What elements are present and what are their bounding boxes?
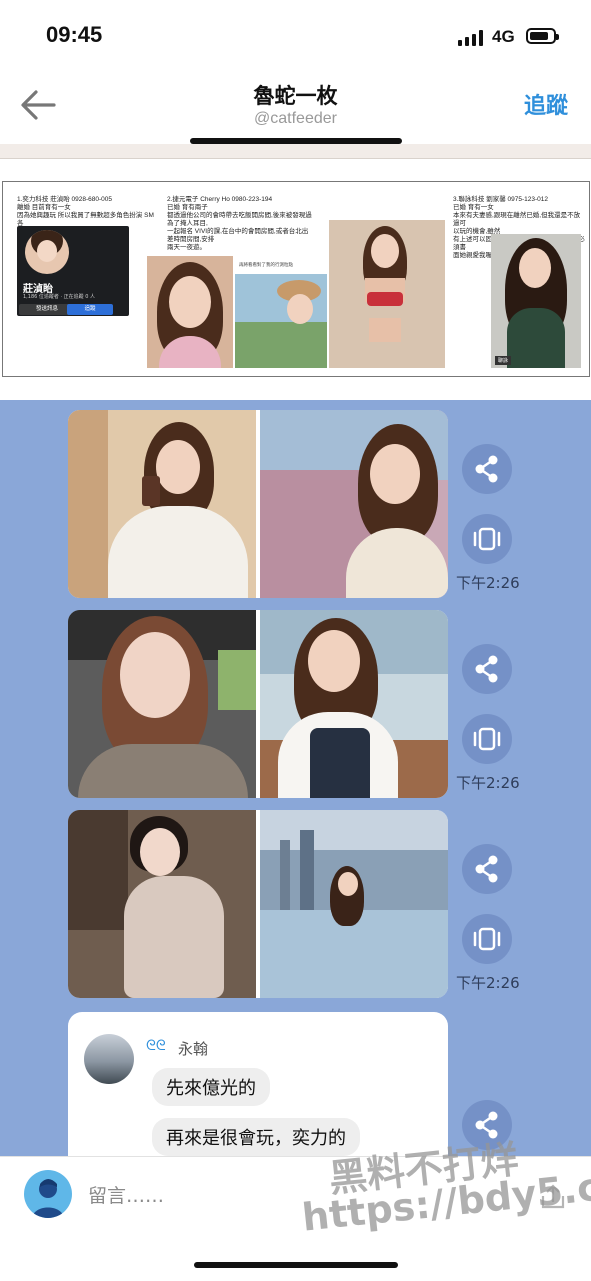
profile-card: 莊湞眙 1,186 位追蹤者 · 正在追蹤 0 人 發送訊息 追蹤 (17, 226, 129, 316)
photo-tile[interactable] (68, 610, 256, 798)
photo-tile[interactable] (68, 410, 256, 598)
share-icon (475, 655, 498, 683)
collage-photo: 再將看看對了我的行測粒點 (235, 260, 327, 368)
sender-avatar[interactable] (84, 1034, 134, 1084)
share-button[interactable] (462, 844, 512, 894)
photo-badge: 聊詠 (495, 356, 512, 365)
vibrate-icon (473, 527, 501, 551)
vibrate-button[interactable] (462, 914, 512, 964)
user-handle: @catfeeder (254, 110, 337, 127)
collage-photo (147, 256, 233, 368)
message-bubble[interactable]: 先來億光的 (152, 1068, 270, 1106)
user-avatar-icon[interactable] (24, 1170, 72, 1218)
previous-content-edge (0, 144, 591, 159)
photo-grid[interactable] (68, 610, 448, 798)
network-type: 4G (492, 27, 515, 46)
vibrate-icon (473, 927, 501, 951)
vibrate-button[interactable] (462, 714, 512, 764)
share-button[interactable] (462, 644, 512, 694)
collage-entry-2: 2.捷元電子 Cherry Ho 0980-223-194 已婚 育有兩子 都透… (167, 196, 312, 251)
home-indicator (194, 1262, 398, 1268)
share-icon (475, 855, 498, 883)
vibrate-icon (473, 727, 501, 751)
message-timestamp: 下午2:26 (456, 974, 520, 992)
follow-button[interactable]: 追蹤 (524, 88, 568, 120)
collage-photo (329, 220, 445, 368)
battery-level (530, 32, 548, 40)
battery-icon (526, 28, 559, 44)
message-timestamp: 下午2:26 (456, 574, 520, 592)
vibrate-button[interactable] (462, 514, 512, 564)
profile-stats: 1,186 位追蹤者 · 正在追蹤 0 人 (23, 294, 96, 300)
share-icon (475, 455, 498, 483)
status-time: 09:45 (46, 22, 103, 47)
message-timestamp: 下午2:26 (456, 774, 520, 792)
sender-name: 永翰 (178, 1040, 209, 1058)
photo-tile[interactable] (260, 810, 448, 998)
profile-follow-button: 追蹤 (67, 304, 113, 315)
photo-grid[interactable] (68, 410, 448, 598)
sender-badge-icon: ᘓᘓ (146, 1038, 166, 1054)
page-title: 魯蛇一枚 (253, 84, 338, 108)
collage-photo: 聊詠 (491, 234, 581, 368)
photo-tile[interactable] (260, 410, 448, 598)
photo-grid[interactable] (68, 810, 448, 998)
cell-signal-icon (458, 30, 484, 46)
photo-tile[interactable] (68, 810, 256, 998)
photo-tile[interactable] (260, 610, 448, 798)
post-caption: 再將看看對了我的行測粒點 (239, 263, 293, 268)
share-button[interactable] (462, 444, 512, 494)
screenshot-collage: 1.奕力科技 莊湞眙 0928-680-005 離婚 目前育有一女 因為她興趣玩… (2, 181, 590, 377)
